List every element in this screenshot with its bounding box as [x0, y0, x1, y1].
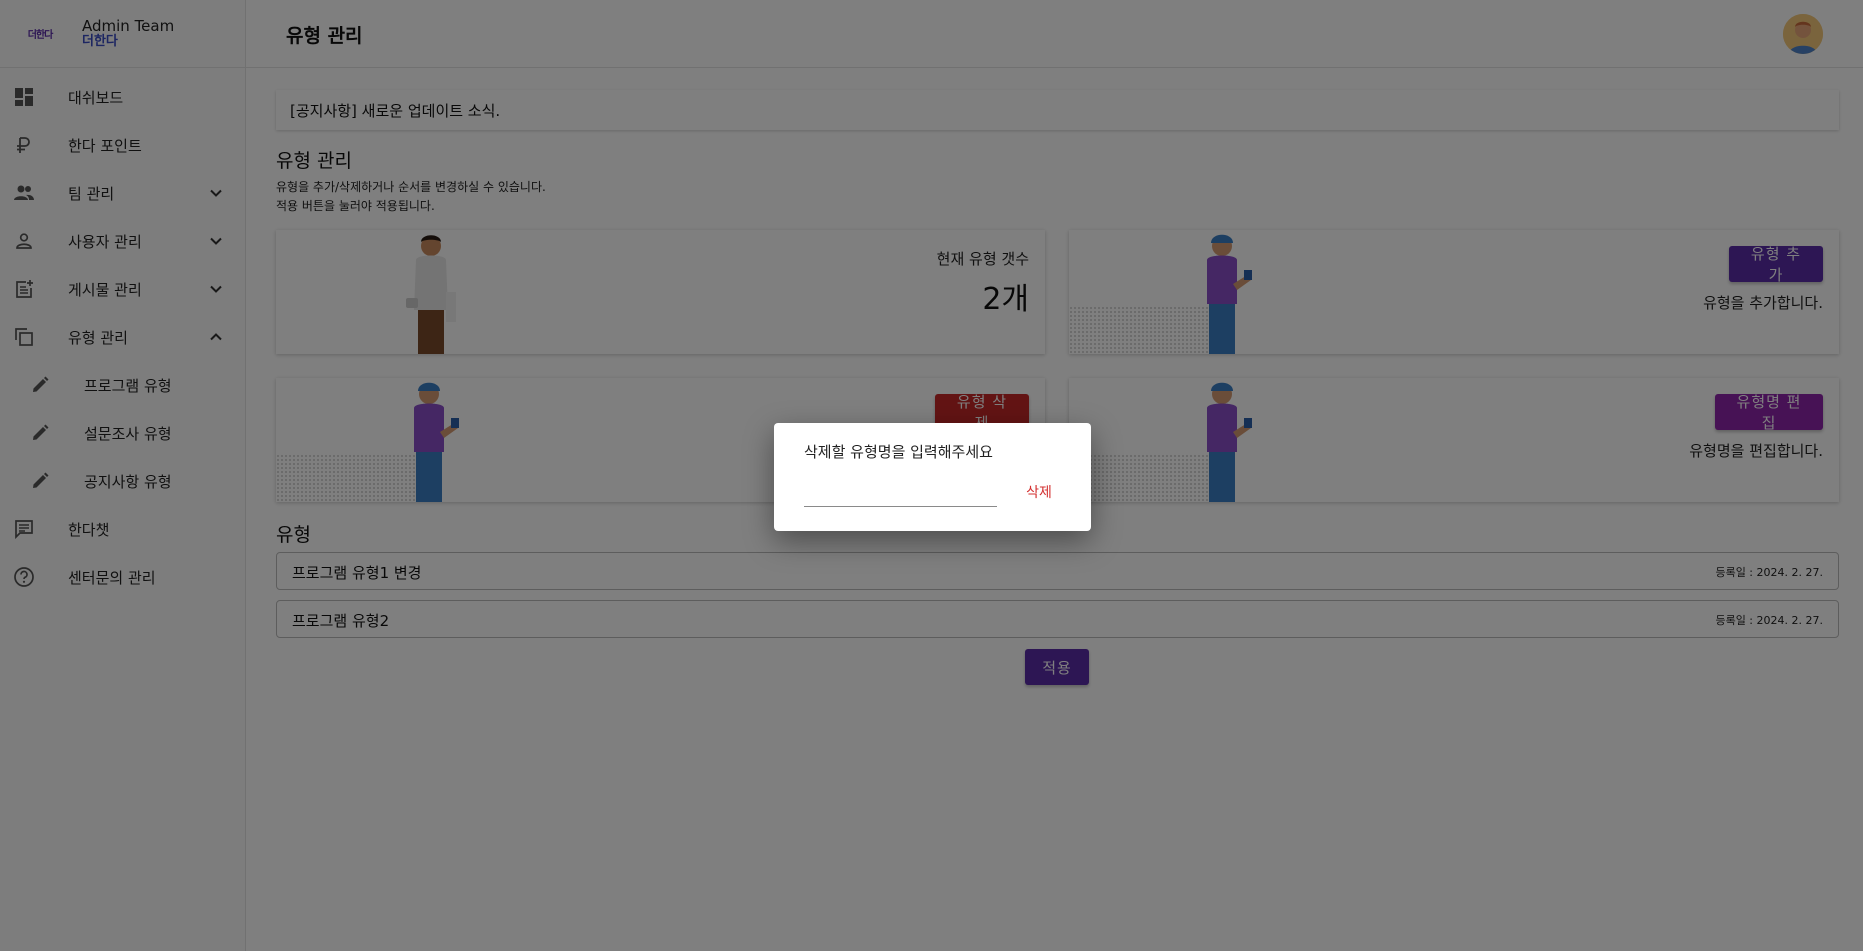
delete-type-dialog: 삭제할 유형명을 입력해주세요 삭제	[774, 423, 1091, 531]
dialog-title: 삭제할 유형명을 입력해주세요	[804, 443, 993, 461]
dialog-delete-button[interactable]: 삭제	[1016, 480, 1062, 504]
type-name-input[interactable]	[804, 479, 997, 507]
